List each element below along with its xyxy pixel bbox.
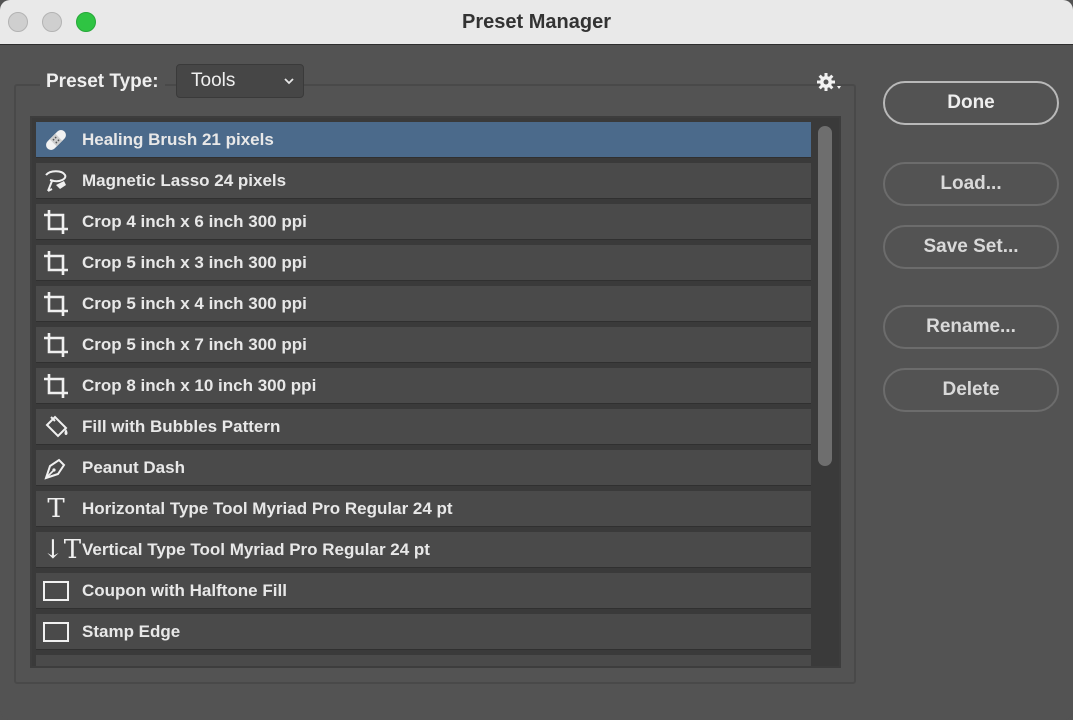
list-item[interactable]: Crop 5 inch x 4 inch 300 ppi <box>36 286 811 322</box>
scrollbar-thumb[interactable] <box>818 126 832 466</box>
list-item-label: Stamp Edge <box>82 622 181 641</box>
list-item-partial[interactable] <box>36 655 811 666</box>
window-title: Preset Manager <box>462 11 611 33</box>
list-item-label: Fill with Bubbles Pattern <box>82 417 281 436</box>
list-item[interactable]: Crop 5 inch x 3 inch 300 ppi <box>36 245 811 281</box>
title-bar: Preset Manager <box>0 0 1073 45</box>
bandage-icon <box>42 126 70 154</box>
preset-manager-window: Preset Manager Preset Type: Tools Healin… <box>0 0 1073 720</box>
type-icon: T <box>42 495 70 523</box>
crop-icon <box>42 331 70 359</box>
pen-icon <box>42 454 70 482</box>
gear-icon[interactable] <box>817 71 843 98</box>
list-item-label: Healing Brush 21 pixels <box>82 130 274 149</box>
list-item-label: Horizontal Type Tool Myriad Pro Regular … <box>82 499 453 518</box>
list-item[interactable]: Coupon with Halftone Fill <box>36 573 811 609</box>
list-item-label: Vertical Type Tool Myriad Pro Regular 24… <box>82 540 430 559</box>
preset-type-select[interactable]: Tools <box>176 64 304 98</box>
list-item[interactable]: Magnetic Lasso 24 pixels <box>36 163 811 199</box>
done-button[interactable]: Done <box>883 81 1059 125</box>
list-item[interactable]: Peanut Dash <box>36 450 811 486</box>
rename-button[interactable]: Rename... <box>883 305 1059 349</box>
crop-icon <box>42 208 70 236</box>
icon-glyph: ↓T <box>42 535 82 565</box>
list-item[interactable]: T Horizontal Type Tool Myriad Pro Regular… <box>36 491 811 527</box>
list-item-label: Crop 8 inch x 10 inch 300 ppi <box>82 376 317 395</box>
crop-icon <box>42 372 70 400</box>
list-item-label: Coupon with Halftone Fill <box>82 581 287 600</box>
magnetic-lasso-icon <box>42 167 70 195</box>
crop-icon <box>42 290 70 318</box>
list-item-label: Crop 5 inch x 4 inch 300 ppi <box>82 294 307 313</box>
save-set-button[interactable]: Save Set... <box>883 225 1059 269</box>
preset-type-label: Preset Type: <box>40 67 165 97</box>
list-item[interactable]: Crop 5 inch x 7 inch 300 ppi <box>36 327 811 363</box>
list-item-label: Peanut Dash <box>82 458 185 477</box>
preset-list[interactable]: Healing Brush 21 pixels Magnetic Lasso 24… <box>30 116 841 668</box>
list-item-label: Crop 4 inch x 6 inch 300 ppi <box>82 212 307 231</box>
list-item-label: Crop 5 inch x 7 inch 300 ppi <box>82 335 307 354</box>
preset-type-value: Tools <box>191 70 236 91</box>
list-item[interactable]: Fill with Bubbles Pattern <box>36 409 811 445</box>
icon-glyph: T <box>47 494 65 524</box>
list-item[interactable]: Healing Brush 21 pixels <box>36 122 811 158</box>
list-item[interactable]: Stamp Edge <box>36 614 811 650</box>
list-item-label: Crop 5 inch x 3 inch 300 ppi <box>82 253 307 272</box>
list-item-label: Magnetic Lasso 24 pixels <box>82 171 287 190</box>
chevron-down-icon <box>284 78 294 85</box>
delete-button[interactable]: Delete <box>883 368 1059 412</box>
load-button[interactable]: Load... <box>883 162 1059 206</box>
list-item[interactable]: ↓T Vertical Type Tool Myriad Pro Regular … <box>36 532 811 568</box>
vertical-type-icon: ↓T <box>42 535 82 565</box>
rectangle-icon <box>42 577 70 605</box>
list-item[interactable]: Crop 8 inch x 10 inch 300 ppi <box>36 368 811 404</box>
rectangle-icon <box>42 618 70 646</box>
list-item[interactable]: Crop 4 inch x 6 inch 300 ppi <box>36 204 811 240</box>
paint-bucket-icon <box>42 413 70 441</box>
crop-icon <box>42 249 70 277</box>
